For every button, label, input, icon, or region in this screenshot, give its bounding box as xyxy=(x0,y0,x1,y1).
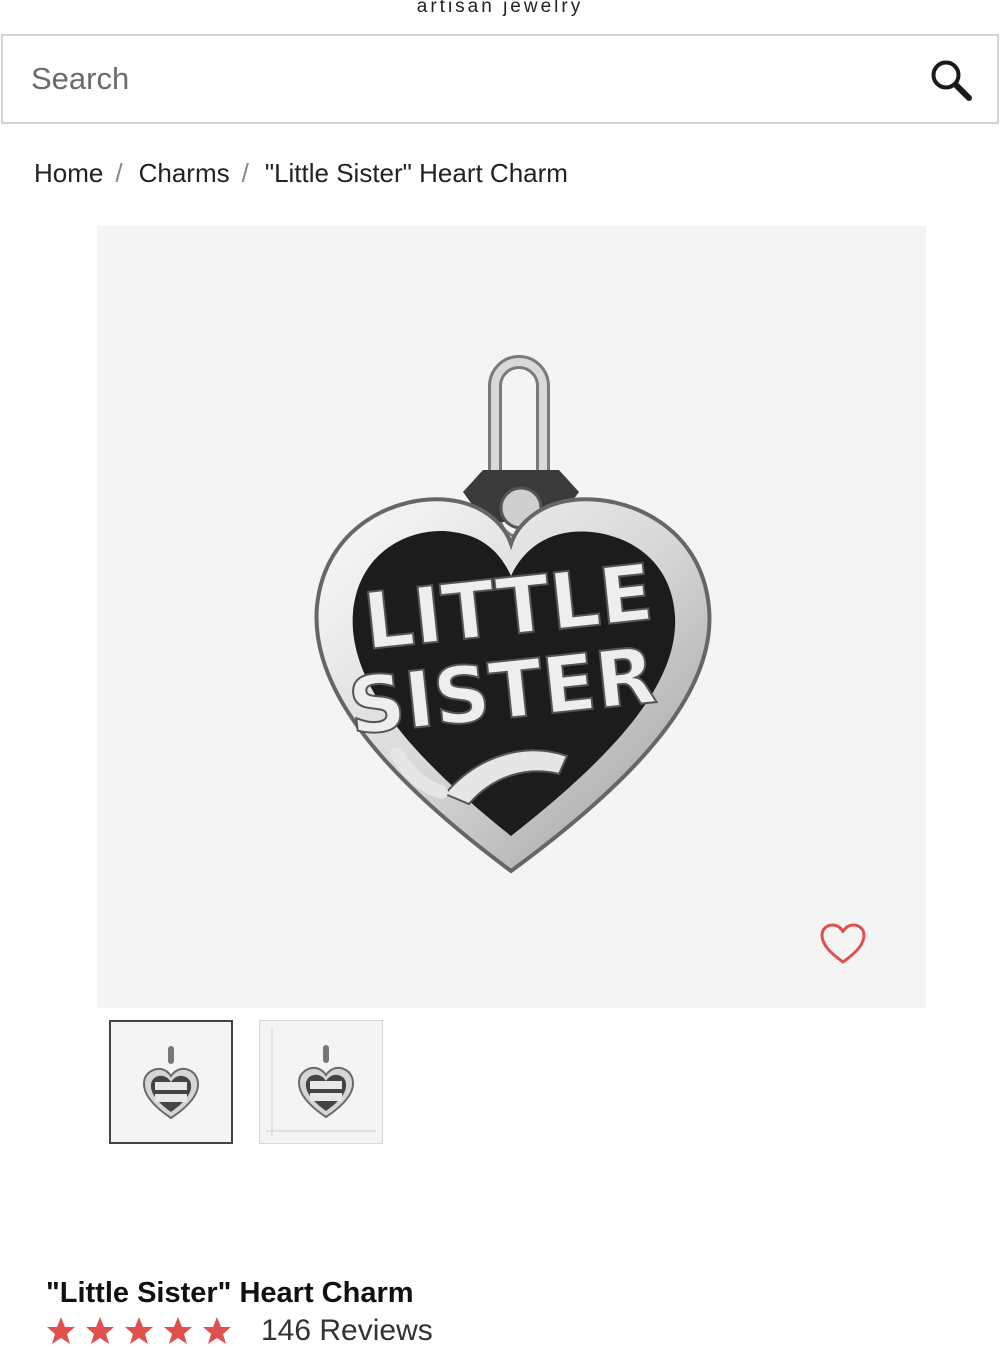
star-icon xyxy=(86,1317,114,1344)
thumbnail-size-view[interactable] xyxy=(259,1020,383,1144)
breadcrumb: Home / Charms / "Little Sister" Heart Ch… xyxy=(34,158,568,189)
breadcrumb-current: "Little Sister" Heart Charm xyxy=(264,158,568,188)
charm-illustration: LITTLE SISTER xyxy=(314,355,712,874)
breadcrumb-separator: / xyxy=(115,158,123,188)
star-icon xyxy=(47,1317,75,1344)
star-icon xyxy=(203,1317,231,1344)
thumbnail-front-view[interactable] xyxy=(109,1020,233,1144)
search-icon[interactable] xyxy=(929,58,973,102)
heart-outline-icon[interactable] xyxy=(819,922,867,966)
search-input[interactable] xyxy=(3,36,883,122)
search-bar xyxy=(1,34,999,124)
breadcrumb-separator: / xyxy=(241,158,249,188)
product-rating[interactable]: 146 Reviews xyxy=(46,1316,433,1346)
breadcrumb-home[interactable]: Home xyxy=(34,158,103,189)
brand-tagline: artisan jewelry xyxy=(416,0,584,17)
star-icon xyxy=(125,1317,153,1344)
star-icon xyxy=(164,1317,192,1344)
review-count-link[interactable]: 146 Reviews xyxy=(261,1316,433,1346)
breadcrumb-charms[interactable]: Charms xyxy=(139,158,230,189)
thumbnail-charm-icon xyxy=(142,1046,200,1120)
product-title: "Little Sister" Heart Charm xyxy=(46,1277,414,1310)
thumbnail-charm-size-icon xyxy=(266,1027,376,1137)
product-main-image[interactable]: LITTLE SISTER xyxy=(97,226,926,1008)
